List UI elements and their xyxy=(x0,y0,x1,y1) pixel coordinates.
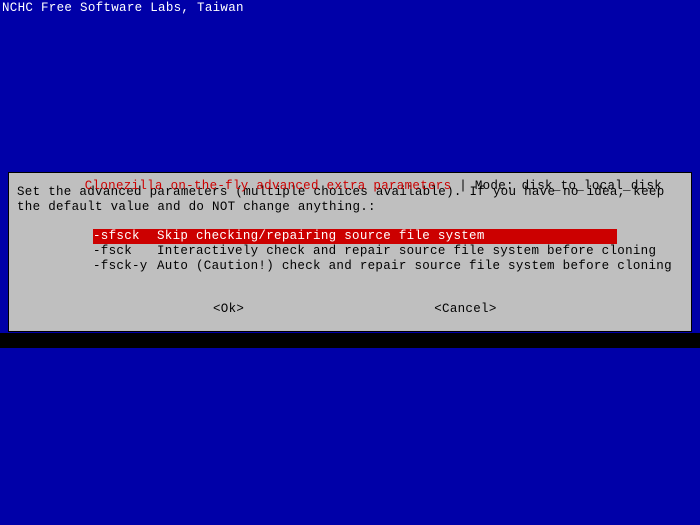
dialog-box: Clonezilla on-the-fly advanced extra par… xyxy=(8,172,692,332)
header-text: NCHC Free Software Labs, Taiwan xyxy=(0,0,700,17)
option-row[interactable]: -fsck-yAuto (Caution!) check and repair … xyxy=(93,259,683,274)
option-desc: Auto (Caution!) check and repair source … xyxy=(157,259,672,273)
dialog-title-sep: | xyxy=(451,179,474,193)
option-row[interactable]: -sfsckSkip checking/repairing source fil… xyxy=(93,229,617,244)
terminal-screen: NCHC Free Software Labs, Taiwan Clonezil… xyxy=(0,0,700,525)
dialog-title-mode: Mode: disk_to_local_disk xyxy=(475,179,662,193)
cancel-button[interactable]: <Cancel> xyxy=(434,302,496,317)
dialog-title: Clonezilla on-the-fly advanced extra par… xyxy=(9,164,691,209)
footer-bar xyxy=(0,333,700,348)
option-row[interactable]: -fsckInteractively check and repair sour… xyxy=(93,244,683,259)
ok-button[interactable]: <Ok> xyxy=(213,302,244,317)
options-list: -sfsckSkip checking/repairing source fil… xyxy=(93,229,683,274)
option-flag: -fsck xyxy=(93,244,157,259)
option-flag: -sfsck xyxy=(93,229,157,244)
option-flag: -fsck-y xyxy=(93,259,157,274)
dialog-buttons: <Ok> <Cancel> xyxy=(17,302,683,317)
option-desc: Skip checking/repairing source file syst… xyxy=(157,229,485,243)
option-desc: Interactively check and repair source fi… xyxy=(157,244,656,258)
dialog-title-main: Clonezilla on-the-fly advanced extra par… xyxy=(85,179,452,193)
